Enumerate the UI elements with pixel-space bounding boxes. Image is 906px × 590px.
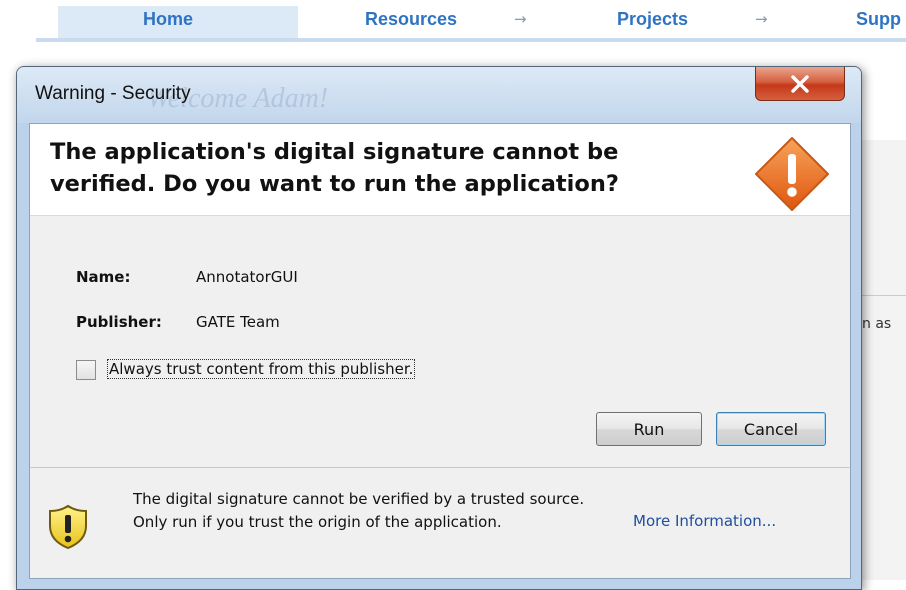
nav-arrow-icon: → [755,10,768,28]
name-value: AnnotatorGUI [196,268,298,286]
dialog-heading: The application's digital signature cann… [50,139,619,197]
nav-link-home[interactable]: Home [143,9,193,30]
nav-underline [36,38,906,42]
dialog-header: The application's digital signature cann… [30,124,850,216]
warning-shield-icon [49,504,87,550]
footer-message: The digital signature cannot be verified… [133,490,585,531]
name-label: Name: [76,268,131,286]
always-trust-checkbox[interactable] [76,360,96,380]
nav-link-support[interactable]: Supp [856,9,901,30]
run-button[interactable]: Run [596,412,702,446]
dialog-title: Warning - Security [35,83,191,104]
background-text: n as [862,316,892,332]
close-button[interactable] [755,67,845,101]
nav-link-resources[interactable]: Resources [365,9,457,30]
publisher-label: Publisher: [76,313,162,331]
warning-diamond-icon [755,137,829,211]
publisher-value: GATE Team [196,313,280,331]
dialog-client-area: The application's digital signature cann… [29,123,851,579]
nav-link-projects[interactable]: Projects [617,9,688,30]
nav-arrow-icon: → [514,10,527,28]
dialog-titlebar[interactable]: Welcome Adam! Warning - Security [17,67,861,123]
security-warning-dialog: Welcome Adam! Warning - Security The app… [16,66,862,590]
always-trust-label[interactable]: Always trust content from this publisher… [107,359,416,379]
close-icon [791,74,809,93]
more-information-link[interactable]: More Information... [633,512,776,530]
background-nav: Home Resources → Projects → Supp [0,0,906,46]
dialog-footer: The digital signature cannot be verified… [30,467,850,578]
cancel-button[interactable]: Cancel [716,412,826,446]
